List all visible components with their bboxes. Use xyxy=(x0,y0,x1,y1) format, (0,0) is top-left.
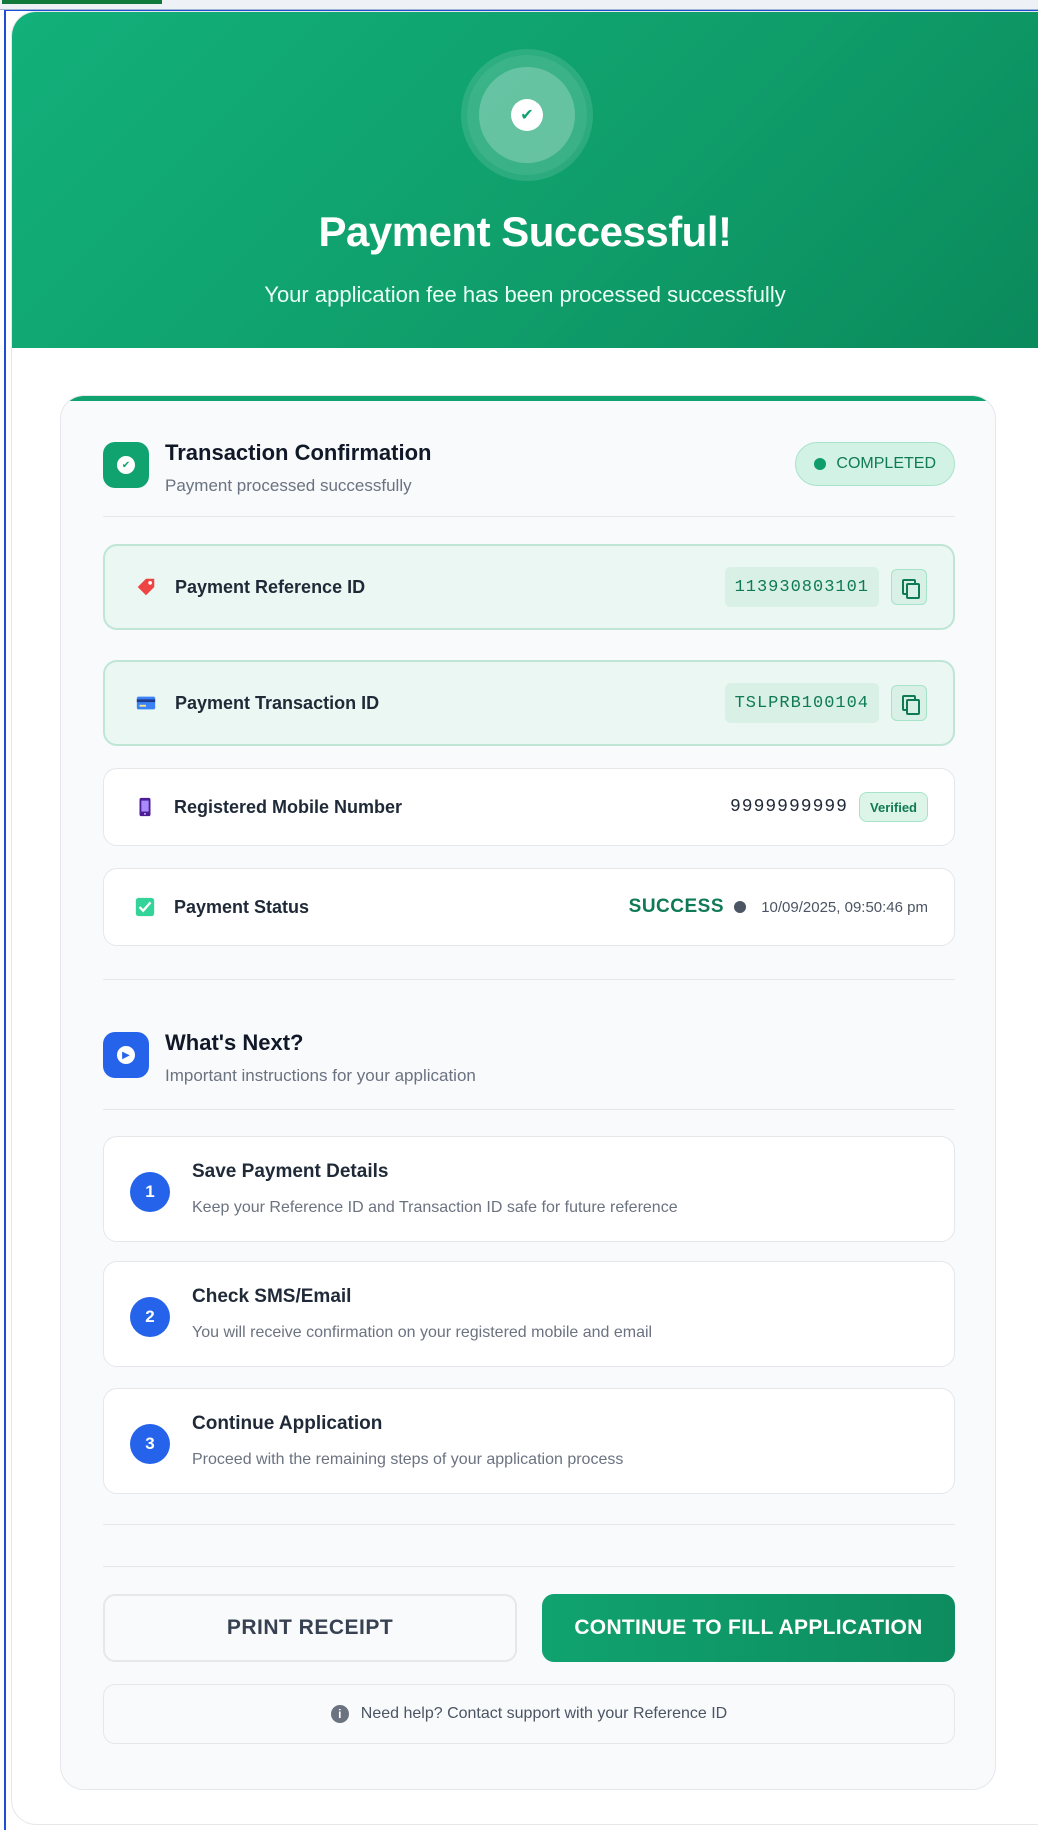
payment-status-label: Payment Status xyxy=(174,896,310,917)
reference-id-label: Payment Reference ID xyxy=(175,576,366,597)
reference-id-value: 113930803101 xyxy=(724,567,879,607)
mobile-number-label: Registered Mobile Number xyxy=(174,796,403,817)
copy-icon xyxy=(902,579,920,599)
page-subtitle: Your application fee has been processed … xyxy=(264,282,786,307)
clock-icon xyxy=(734,901,746,913)
divider xyxy=(103,1109,955,1110)
checkbox-icon xyxy=(135,897,155,917)
credit-card-icon xyxy=(136,696,156,710)
step-number-badge: 1 xyxy=(130,1172,170,1212)
mobile-number-value: 9999999999 xyxy=(729,797,848,817)
step-title: Continue Application xyxy=(192,1413,383,1434)
check-circle-icon: ✔ xyxy=(103,442,149,488)
step-title: Check SMS/Email xyxy=(192,1286,352,1307)
status-dot-icon xyxy=(814,458,827,470)
step-number-badge: 3 xyxy=(130,1424,170,1464)
section-subtitle: Payment processed successfully xyxy=(165,476,412,495)
payment-success-page: ✔ Payment Successful! Your application f… xyxy=(12,12,1038,1824)
success-header: ✔ Payment Successful! Your application f… xyxy=(12,12,1038,348)
transaction-section-header: ✔ Transaction Confirmation Payment proce… xyxy=(103,440,955,498)
section-title: What's Next? xyxy=(165,1030,304,1055)
card-accent-line xyxy=(61,396,995,401)
transaction-id-value: TSLPRB100104 xyxy=(724,683,879,723)
mobile-number-row: Registered Mobile Number 9999999999 Veri… xyxy=(103,768,955,846)
page-title: Payment Successful! xyxy=(318,208,732,255)
step-description: You will receive confirmation on your re… xyxy=(192,1324,653,1341)
play-circle-icon: ▶ xyxy=(103,1032,149,1078)
divider xyxy=(103,979,955,980)
next-section-header: ▶ What's Next? Important instructions fo… xyxy=(103,1030,955,1088)
section-subtitle: Important instructions for your applicat… xyxy=(165,1066,476,1085)
info-icon: i xyxy=(330,1705,349,1723)
section-title: Transaction Confirmation xyxy=(165,440,432,465)
copy-transaction-id-button[interactable] xyxy=(891,685,927,721)
transaction-id-row: Payment Transaction ID TSLPRB100104 xyxy=(103,660,955,746)
instruction-step: 2 Check SMS/Email You will receive confi… xyxy=(103,1261,955,1367)
step-description: Proceed with the remaining steps of your… xyxy=(192,1451,624,1468)
instruction-step: 3 Continue Application Proceed with the … xyxy=(103,1388,955,1494)
browser-top-bar xyxy=(0,0,1038,10)
status-badge: COMPLETED xyxy=(795,442,955,486)
print-receipt-button[interactable]: PRINT RECEIPT xyxy=(103,1594,517,1662)
continue-application-button[interactable]: CONTINUE TO FILL APPLICATION xyxy=(542,1594,955,1662)
mobile-phone-icon xyxy=(139,797,151,817)
success-ring: ✔ xyxy=(467,55,587,175)
divider xyxy=(103,1566,955,1567)
check-icon: ✔ xyxy=(511,99,543,131)
help-text: Need help? Contact support with your Ref… xyxy=(360,1705,728,1722)
confirmation-card: ✔ Transaction Confirmation Payment proce… xyxy=(60,395,996,1790)
step-description: Keep your Reference ID and Transaction I… xyxy=(192,1199,678,1216)
instruction-step: 1 Save Payment Details Keep your Referen… xyxy=(103,1136,955,1242)
copy-icon xyxy=(902,695,920,715)
payment-status-row: Payment Status SUCCESS 10/09/2025, 09:50… xyxy=(103,868,955,946)
tag-icon xyxy=(137,578,155,596)
copy-reference-id-button[interactable] xyxy=(891,569,927,605)
payment-timestamp: 10/09/2025, 09:50:46 pm xyxy=(761,898,928,916)
divider xyxy=(103,1524,955,1525)
help-notice: i Need help? Contact support with your R… xyxy=(103,1684,955,1744)
step-number-badge: 2 xyxy=(130,1297,170,1337)
reference-id-row: Payment Reference ID 113930803101 xyxy=(103,544,955,630)
transaction-id-label: Payment Transaction ID xyxy=(175,692,380,713)
active-tab-indicator xyxy=(2,0,162,4)
divider xyxy=(103,516,955,517)
verified-badge: Verified xyxy=(859,792,928,822)
payment-status-value: SUCCESS xyxy=(628,896,724,917)
step-title: Save Payment Details xyxy=(192,1161,389,1182)
